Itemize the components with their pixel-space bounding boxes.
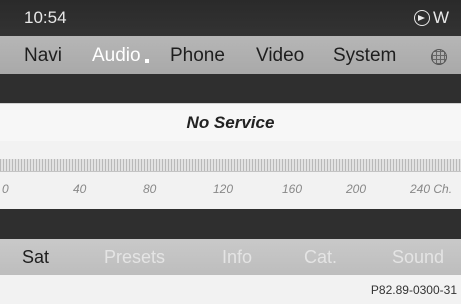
scale-label-120: 120 <box>213 182 234 196</box>
globe-icon[interactable] <box>431 49 447 65</box>
compass-arrow-icon <box>413 10 430 26</box>
scale-label-240: 240 Ch. <box>410 182 453 196</box>
menu-phone[interactable]: Phone <box>170 45 225 67</box>
service-status-text: No Service <box>186 113 275 132</box>
scale-label-80: 80 <box>143 182 157 196</box>
compass-heading: W <box>413 8 449 28</box>
menu-video[interactable]: Video <box>256 45 304 67</box>
service-status-line: No Service <box>0 103 461 143</box>
bottom-menu: Sat Presets Info Cat. Sound <box>0 239 461 275</box>
bottom-sat[interactable]: Sat <box>22 247 49 268</box>
bottom-presets[interactable]: Presets <box>104 247 165 268</box>
scale-label-0: 0 <box>2 182 9 196</box>
clock-time: 10:54 <box>24 8 67 27</box>
status-bar: 10:54 W <box>0 0 461 36</box>
dark-separator-bottom <box>0 209 461 239</box>
menu-audio[interactable]: Audio <box>92 45 149 67</box>
bottom-sound[interactable]: Sound <box>392 247 444 268</box>
figure-code: P82.89-0300-31 <box>370 283 457 297</box>
channel-scale: 0 40 80 120 160 200 240 Ch. <box>0 141 461 209</box>
scale-label-200: 200 <box>346 182 367 196</box>
channel-tick-bar <box>0 159 461 171</box>
scale-label-40: 40 <box>73 182 87 196</box>
dark-separator-top <box>0 74 461 103</box>
menu-navi[interactable]: Navi <box>24 45 62 67</box>
bottom-info[interactable]: Info <box>222 247 252 268</box>
bottom-category[interactable]: Cat. <box>304 247 337 268</box>
heading-text: W <box>432 8 449 27</box>
menu-system[interactable]: System <box>333 45 396 67</box>
scale-label-160: 160 <box>282 182 303 196</box>
main-menu: Navi Audio Phone Video System <box>0 36 461 74</box>
channel-scale-line <box>0 171 461 172</box>
